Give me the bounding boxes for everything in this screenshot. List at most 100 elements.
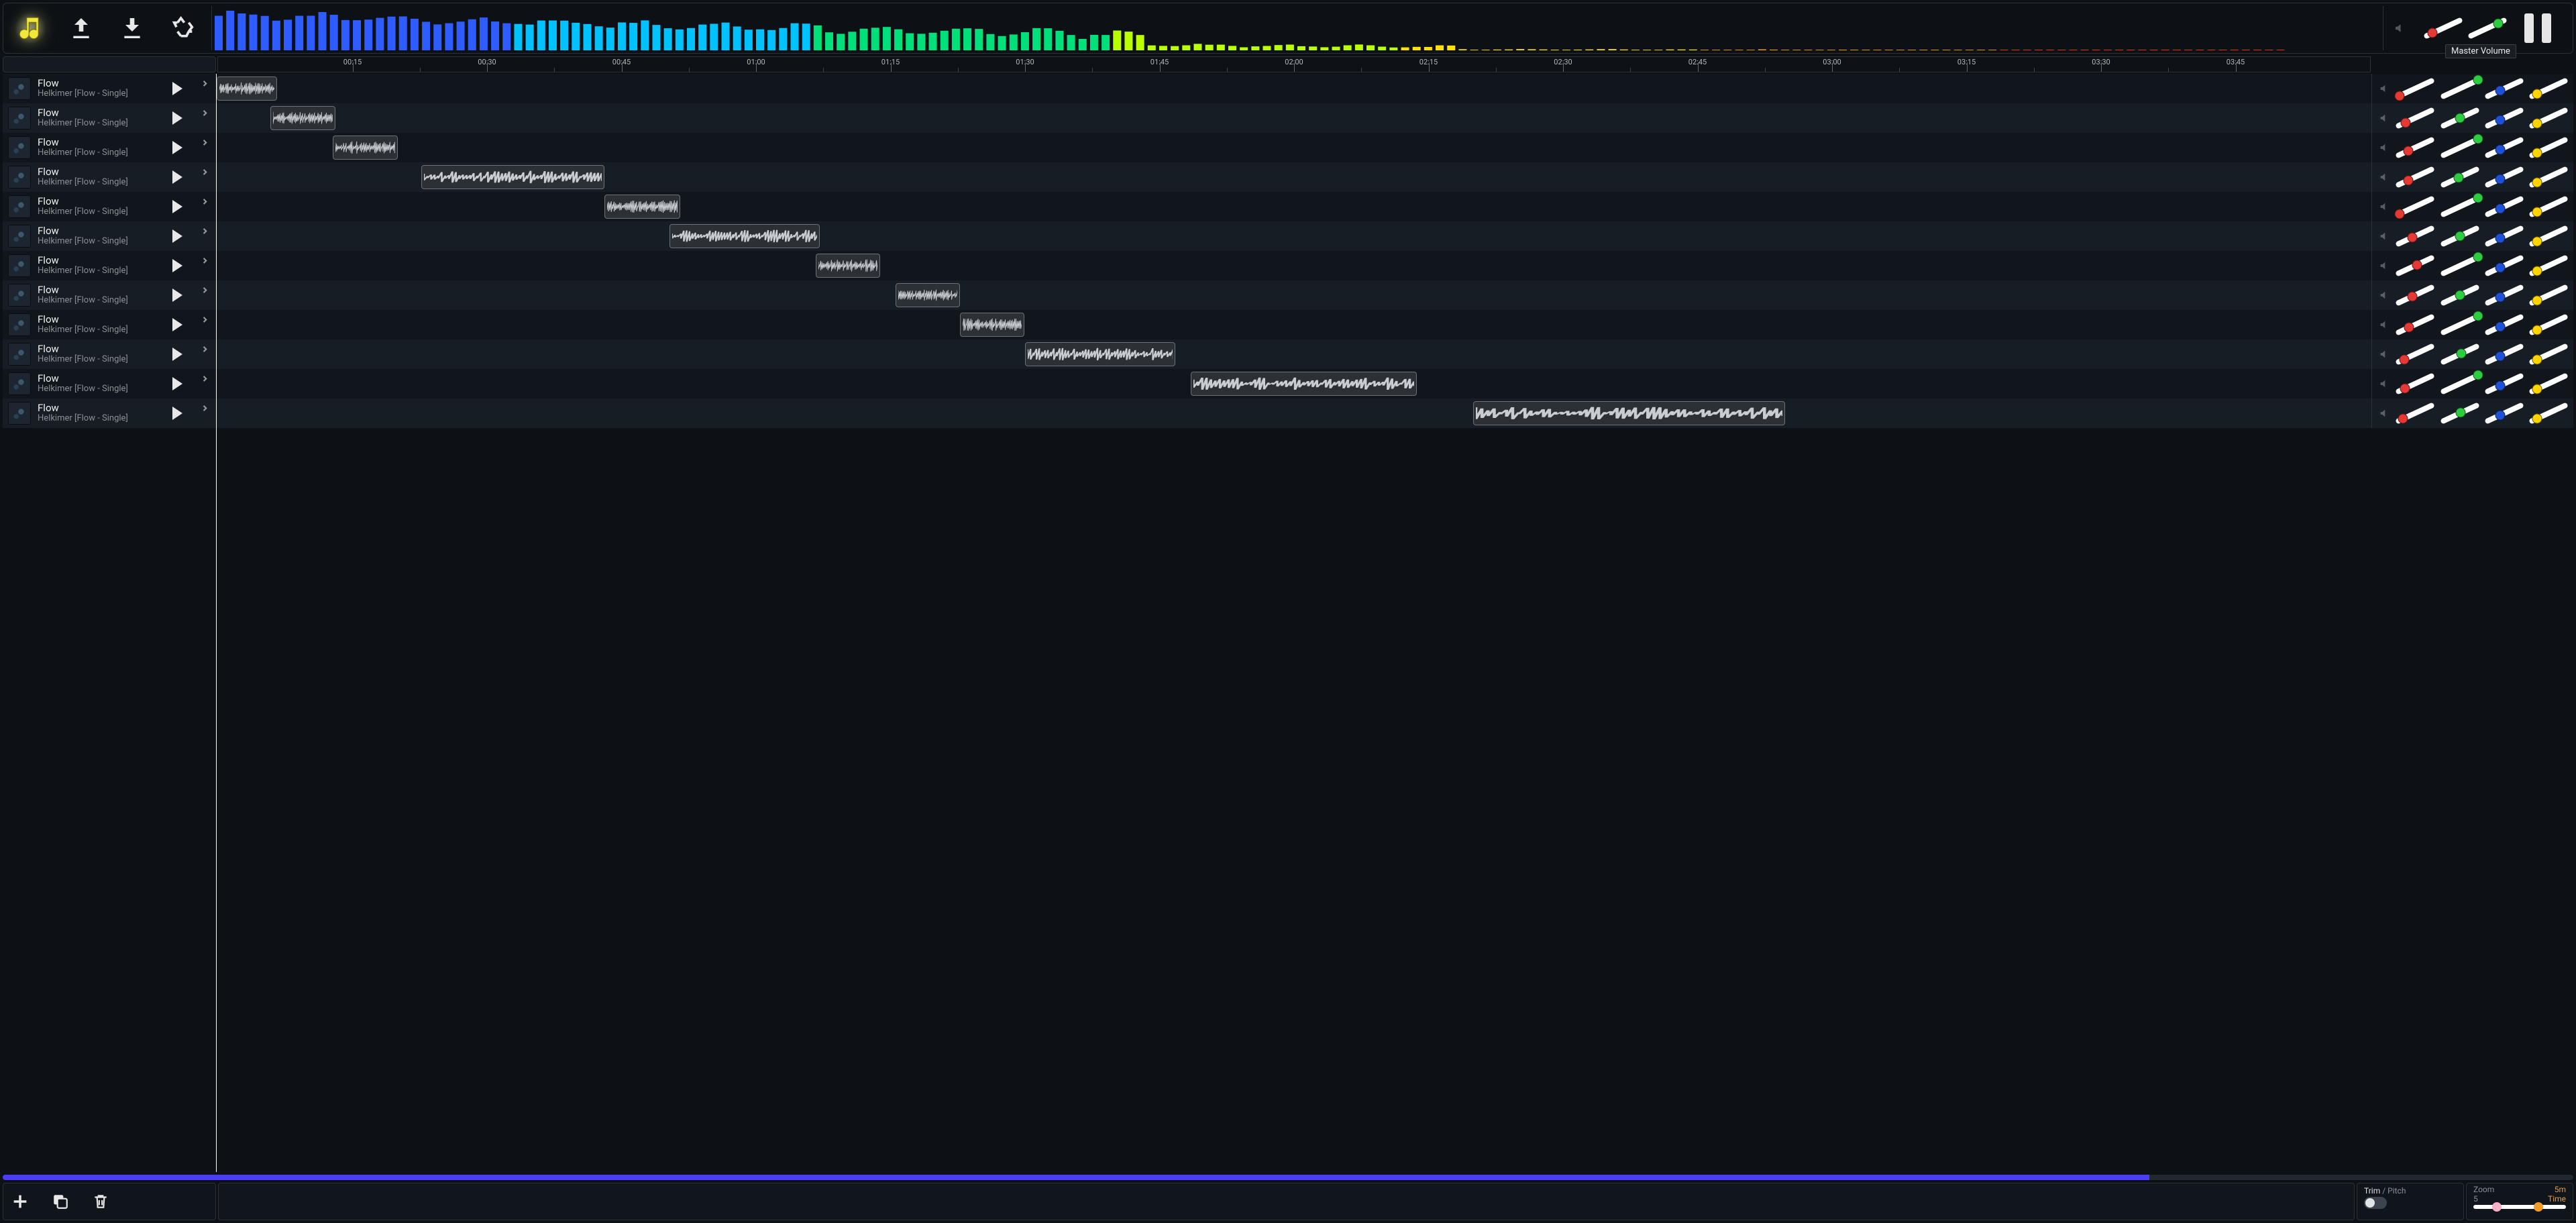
audio-clip[interactable] bbox=[333, 136, 397, 160]
audio-clip[interactable] bbox=[604, 195, 680, 219]
master-volume-slider[interactable] bbox=[2422, 16, 2464, 40]
track-fx-slider[interactable] bbox=[2483, 195, 2524, 219]
track-send-slider[interactable] bbox=[2528, 254, 2568, 278]
track-loop-button[interactable] bbox=[193, 257, 208, 274]
track-lane[interactable] bbox=[216, 103, 2372, 133]
track-thumbnail[interactable] bbox=[8, 402, 31, 425]
track-volume-slider[interactable] bbox=[2394, 313, 2434, 337]
track-play-button[interactable] bbox=[172, 111, 182, 125]
track-lane[interactable] bbox=[216, 192, 2372, 221]
track-mute-button[interactable] bbox=[2377, 259, 2390, 272]
track-volume-slider[interactable] bbox=[2394, 136, 2434, 160]
track-fx-slider[interactable] bbox=[2483, 106, 2524, 130]
track-volume-slider[interactable] bbox=[2394, 254, 2434, 278]
duplicate-button[interactable] bbox=[50, 1191, 70, 1212]
zoom-knob-a[interactable] bbox=[2492, 1202, 2502, 1212]
trim-pitch-toggle[interactable] bbox=[2364, 1197, 2387, 1209]
track-lane[interactable] bbox=[216, 280, 2372, 310]
track-fx-slider[interactable] bbox=[2483, 342, 2524, 366]
track-pan-slider[interactable] bbox=[2439, 401, 2479, 425]
track-mute-button[interactable] bbox=[2377, 229, 2390, 243]
track-pan-slider[interactable] bbox=[2439, 313, 2479, 337]
track-volume-slider[interactable] bbox=[2394, 195, 2434, 219]
track-thumbnail[interactable] bbox=[8, 136, 31, 159]
audio-clip[interactable] bbox=[960, 313, 1024, 337]
track-send-slider[interactable] bbox=[2528, 401, 2568, 425]
track-send-slider[interactable] bbox=[2528, 372, 2568, 396]
track-loop-button[interactable] bbox=[193, 109, 208, 127]
timeline-ruler[interactable]: 00:1500:3000:4501:0001:1501:3001:4502:00… bbox=[217, 56, 2371, 72]
delete-button[interactable] bbox=[91, 1191, 111, 1212]
track-thumbnail[interactable] bbox=[8, 166, 31, 189]
track-lane[interactable] bbox=[216, 310, 2372, 339]
pause-button[interactable] bbox=[2524, 12, 2551, 44]
track-loop-button[interactable] bbox=[193, 168, 208, 186]
track-pan-slider[interactable] bbox=[2439, 342, 2479, 366]
track-thumbnail[interactable] bbox=[8, 77, 31, 100]
track-volume-slider[interactable] bbox=[2394, 165, 2434, 189]
track-loop-button[interactable] bbox=[193, 286, 208, 304]
track-mute-button[interactable] bbox=[2377, 348, 2390, 361]
track-pan-slider[interactable] bbox=[2439, 254, 2479, 278]
track-fx-slider[interactable] bbox=[2483, 254, 2524, 278]
track-fx-slider[interactable] bbox=[2483, 224, 2524, 248]
track-thumbnail[interactable] bbox=[8, 107, 31, 129]
track-loop-button[interactable] bbox=[193, 198, 208, 215]
track-loop-button[interactable] bbox=[193, 316, 208, 333]
upload-button[interactable] bbox=[65, 12, 97, 44]
track-play-button[interactable] bbox=[172, 407, 182, 420]
track-loop-button[interactable] bbox=[193, 405, 208, 422]
track-pan-slider[interactable] bbox=[2439, 106, 2479, 130]
track-fx-slider[interactable] bbox=[2483, 136, 2524, 160]
audio-clip[interactable] bbox=[421, 165, 604, 189]
track-lane[interactable] bbox=[216, 221, 2372, 251]
track-mute-button[interactable] bbox=[2377, 170, 2390, 184]
track-play-button[interactable] bbox=[172, 229, 182, 243]
zoom-knob-b[interactable] bbox=[2534, 1202, 2543, 1212]
track-mute-button[interactable] bbox=[2377, 82, 2390, 95]
audio-clip[interactable] bbox=[1025, 342, 1176, 366]
track-fx-slider[interactable] bbox=[2483, 401, 2524, 425]
track-fx-slider[interactable] bbox=[2483, 165, 2524, 189]
track-play-button[interactable] bbox=[172, 288, 182, 302]
audio-clip[interactable] bbox=[1473, 401, 1786, 425]
track-loop-button[interactable] bbox=[193, 227, 208, 245]
audio-clip[interactable] bbox=[217, 76, 277, 101]
track-play-button[interactable] bbox=[172, 200, 182, 213]
track-volume-slider[interactable] bbox=[2394, 372, 2434, 396]
zoom-slider[interactable] bbox=[2473, 1205, 2566, 1209]
track-loop-button[interactable] bbox=[193, 375, 208, 392]
track-fx-slider[interactable] bbox=[2483, 313, 2524, 337]
track-mute-button[interactable] bbox=[2377, 377, 2390, 390]
track-fx-slider[interactable] bbox=[2483, 283, 2524, 307]
track-send-slider[interactable] bbox=[2528, 313, 2568, 337]
music-library-button[interactable] bbox=[14, 12, 46, 44]
track-send-slider[interactable] bbox=[2528, 195, 2568, 219]
audio-clip[interactable] bbox=[669, 224, 820, 248]
track-lane[interactable] bbox=[216, 398, 2372, 428]
track-thumbnail[interactable] bbox=[8, 195, 31, 218]
track-thumbnail[interactable] bbox=[8, 343, 31, 366]
track-play-button[interactable] bbox=[172, 348, 182, 361]
track-pan-slider[interactable] bbox=[2439, 283, 2479, 307]
track-pan-slider[interactable] bbox=[2439, 165, 2479, 189]
track-send-slider[interactable] bbox=[2528, 76, 2568, 101]
track-send-slider[interactable] bbox=[2528, 136, 2568, 160]
track-lane[interactable] bbox=[216, 133, 2372, 162]
track-mute-button[interactable] bbox=[2377, 111, 2390, 125]
track-pan-slider[interactable] bbox=[2439, 76, 2479, 101]
track-loop-button[interactable] bbox=[193, 139, 208, 156]
track-volume-slider[interactable] bbox=[2394, 106, 2434, 130]
track-pan-slider[interactable] bbox=[2439, 195, 2479, 219]
track-volume-slider[interactable] bbox=[2394, 224, 2434, 248]
track-fx-slider[interactable] bbox=[2483, 372, 2524, 396]
track-volume-slider[interactable] bbox=[2394, 401, 2434, 425]
track-thumbnail[interactable] bbox=[8, 254, 31, 277]
track-loop-button[interactable] bbox=[193, 80, 208, 97]
track-send-slider[interactable] bbox=[2528, 165, 2568, 189]
track-mute-button[interactable] bbox=[2377, 200, 2390, 213]
track-mute-button[interactable] bbox=[2377, 141, 2390, 154]
track-thumbnail[interactable] bbox=[8, 372, 31, 395]
recycle-button[interactable] bbox=[167, 12, 199, 44]
master-mute-button[interactable] bbox=[2393, 21, 2406, 35]
